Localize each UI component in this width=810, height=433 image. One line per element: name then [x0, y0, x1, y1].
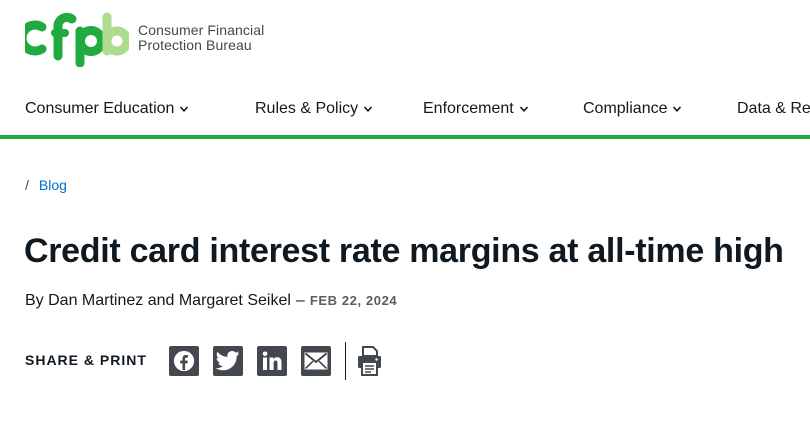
header-divider — [0, 135, 810, 139]
breadcrumb-link-blog[interactable]: Blog — [39, 177, 67, 193]
facebook-share-button[interactable] — [169, 346, 199, 376]
chevron-down-icon — [519, 106, 528, 112]
agency-name-line1: Consumer Financial — [138, 22, 265, 38]
breadcrumb: / Blog — [25, 177, 67, 193]
agency-name: Consumer Financial Protection Bureau — [138, 23, 264, 53]
nav-item-label: Data & Re — [737, 100, 810, 117]
share-divider — [345, 342, 346, 380]
nav-item-label: Consumer Education — [25, 100, 175, 117]
byline-separator: – — [295, 292, 305, 309]
chevron-down-icon — [180, 106, 189, 112]
nav-item-enforcement[interactable]: Enforcement — [423, 92, 529, 126]
nav-item-compliance[interactable]: Compliance — [583, 92, 682, 126]
chevron-down-icon — [673, 106, 682, 112]
linkedin-share-button[interactable] — [257, 346, 287, 376]
print-button[interactable] — [357, 346, 382, 376]
breadcrumb-separator: / — [25, 177, 29, 193]
nav-item-label: Rules & Policy — [255, 100, 359, 117]
nav-item-data-research[interactable]: Data & Re — [737, 92, 810, 126]
print-icon — [358, 346, 381, 376]
nav-item-rules-policy[interactable]: Rules & Policy — [255, 92, 373, 126]
article-byline: By Dan Martinez and Margaret Seikel – FE… — [25, 292, 397, 310]
cfpb-logo[interactable]: Consumer Financial Protection Bureau — [25, 11, 265, 67]
nav-item-label: Compliance — [583, 100, 668, 117]
email-share-button[interactable] — [301, 346, 331, 376]
page-title: Credit card interest rate margins at all… — [24, 232, 784, 270]
site-header: Consumer Financial Protection Bureau Con… — [0, 0, 810, 140]
email-icon — [304, 352, 328, 370]
publish-date: FEB 22, 2024 — [309, 293, 398, 308]
byline-authors: By Dan Martinez and Margaret Seikel — [25, 292, 291, 309]
share-buttons — [169, 346, 345, 376]
main-nav: Consumer Education Rules & Policy Enforc… — [0, 92, 810, 126]
linkedin-icon — [262, 351, 282, 370]
cfpb-logo-mark — [25, 12, 129, 67]
agency-name-line2: Protection Bureau — [138, 37, 252, 53]
facebook-icon — [173, 350, 195, 372]
nav-item-label: Enforcement — [423, 100, 514, 117]
nav-item-consumer-education[interactable]: Consumer Education — [25, 92, 189, 126]
twitter-icon — [216, 351, 240, 371]
chevron-down-icon — [364, 106, 373, 112]
share-print-label: SHARE & PRINT — [25, 352, 147, 368]
twitter-share-button[interactable] — [213, 346, 243, 376]
